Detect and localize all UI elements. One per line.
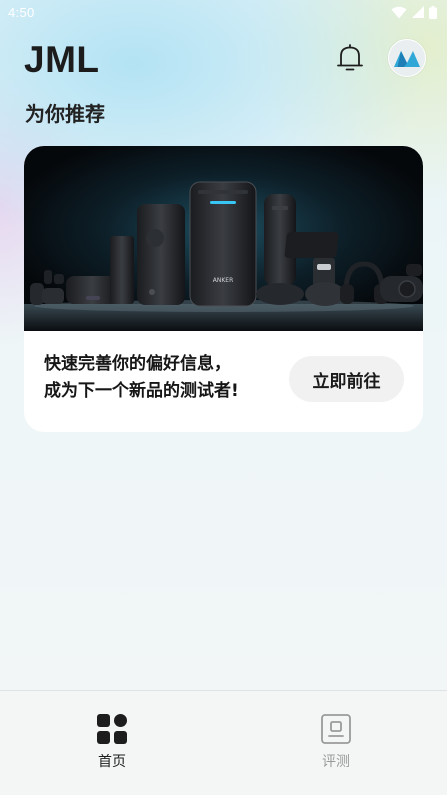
- nav-label-home: 首页: [98, 754, 126, 770]
- promo-text-line1: 快速完善你的偏好信息，: [44, 354, 231, 374]
- app-title: JML: [24, 39, 100, 80]
- header: JML: [24, 38, 427, 82]
- nav-label-review: 评测: [322, 754, 350, 770]
- nav-item-home[interactable]: 首页: [72, 713, 152, 771]
- banner-brand-text: ANKER: [213, 277, 234, 284]
- avatar[interactable]: [388, 39, 426, 77]
- status-icons: [391, 5, 437, 19]
- status-time: 4:50: [8, 4, 35, 20]
- home-grid-icon: [97, 714, 127, 744]
- promo-card[interactable]: ANKER 快速完善你的偏好信息， 成为下一个新品的测试者! 立即前往: [24, 146, 423, 432]
- product-banner-image: ANKER: [24, 146, 423, 331]
- go-now-button[interactable]: 立即前往: [289, 356, 404, 402]
- bell-icon: [337, 44, 363, 71]
- mountain-logo-icon: [394, 51, 420, 67]
- status-bar: 4:50: [0, 0, 447, 24]
- bottom-nav: 首页 评测: [0, 690, 447, 795]
- notification-button[interactable]: [333, 40, 367, 76]
- review-icon: [321, 714, 351, 744]
- nav-item-review[interactable]: 评测: [296, 713, 376, 771]
- promo-text-line2: 成为下一个新品的测试者!: [44, 381, 239, 401]
- promo-text: 快速完善你的偏好信息， 成为下一个新品的测试者!: [44, 351, 284, 405]
- wifi-icon: [391, 6, 407, 18]
- signal-icon: [412, 6, 424, 18]
- section-title: 为你推荐: [25, 102, 105, 126]
- battery-icon: [429, 5, 437, 19]
